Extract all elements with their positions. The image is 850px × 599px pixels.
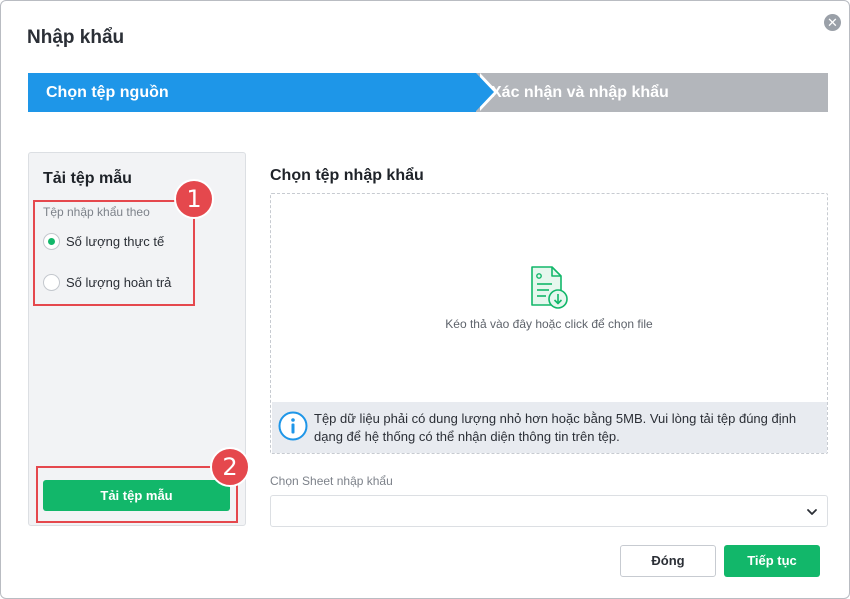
close-icon[interactable]: ✕ bbox=[824, 14, 841, 31]
info-text: Tệp dữ liệu phải có dung lượng nhỏ hơn h… bbox=[314, 411, 797, 444]
step-choose-source: Chọn tệp nguồn bbox=[28, 73, 498, 112]
import-dialog: Nhập khẩu ✕ Chọn tệp nguồn Xác nhận và n… bbox=[0, 0, 850, 599]
drop-hint-text: Kéo thả vào đây hoặc click để chọn file bbox=[445, 317, 653, 331]
stepper: Chọn tệp nguồn Xác nhận và nhập khẩu bbox=[28, 73, 828, 112]
highlight-box-1 bbox=[33, 200, 195, 306]
dialog-title: Nhập khẩu bbox=[27, 27, 125, 48]
sheet-select-label: Chọn Sheet nhập khẩu bbox=[270, 474, 393, 488]
choose-import-file-title: Chọn tệp nhập khẩu bbox=[270, 167, 424, 184]
template-panel-title: Tải tệp mẫu bbox=[43, 170, 132, 187]
highlight-box-2 bbox=[36, 466, 238, 523]
close-button[interactable]: Đóng bbox=[620, 545, 716, 577]
info-icon bbox=[278, 411, 308, 441]
chevron-down-icon[interactable] bbox=[806, 506, 818, 518]
file-dropzone[interactable]: Kéo thả vào đây hoặc click để chọn file … bbox=[270, 193, 828, 454]
sheet-select[interactable] bbox=[270, 495, 828, 527]
continue-button[interactable]: Tiếp tục bbox=[724, 545, 820, 577]
file-download-icon bbox=[531, 266, 568, 309]
annotation-badge-2: 2 bbox=[210, 447, 250, 487]
info-box: Tệp dữ liệu phải có dung lượng nhỏ hơn h… bbox=[272, 402, 827, 453]
annotation-badge-1: 1 bbox=[174, 179, 214, 219]
step-confirm-import: Xác nhận và nhập khẩu bbox=[458, 73, 828, 112]
